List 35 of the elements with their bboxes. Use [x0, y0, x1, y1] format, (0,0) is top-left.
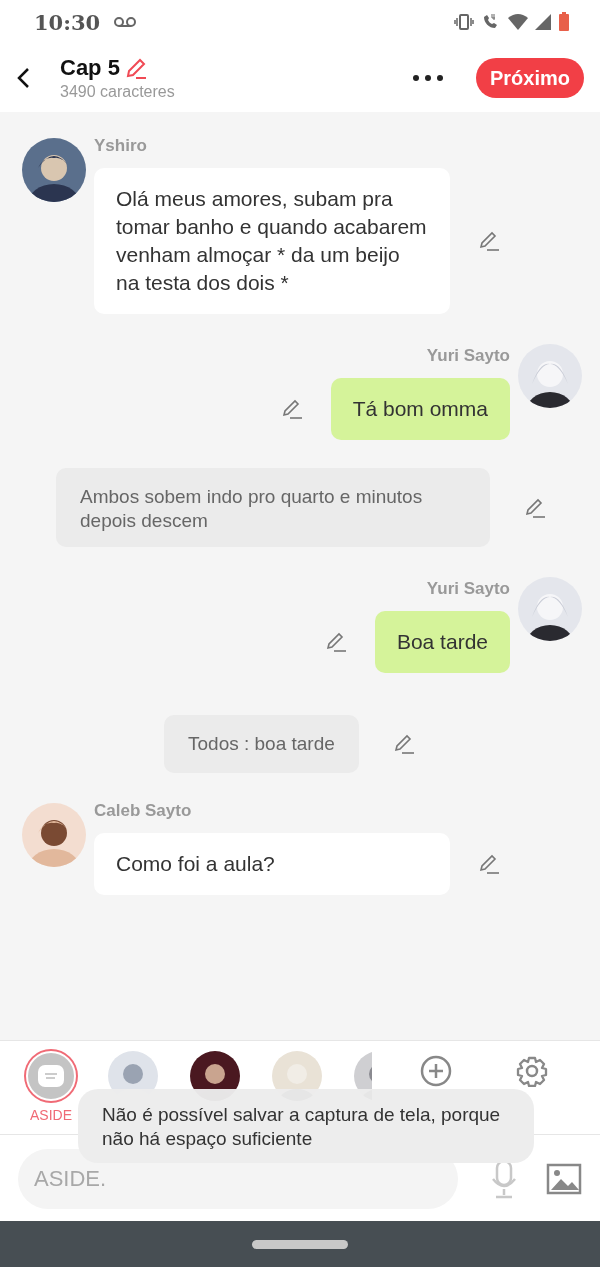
wifi-icon — [508, 14, 528, 30]
more-icon[interactable] — [411, 74, 444, 82]
next-button[interactable]: Próximo — [475, 58, 584, 98]
message-bubble[interactable]: Olá meus amores, subam pra tomar banho e quando acabarem venham almoçar * da um beijo na testa dos dois * — [94, 168, 450, 314]
character-name: Yuri Sayto — [426, 346, 510, 366]
character-count: 3490 caracteres — [60, 83, 175, 101]
vibrate-icon — [454, 14, 474, 30]
edit-icon[interactable] — [280, 398, 303, 420]
character-name: Yuri Sayto — [426, 579, 510, 599]
edit-icon[interactable] — [478, 853, 500, 875]
message-bubble[interactable]: Tá bom omma — [330, 378, 510, 440]
message-bubble[interactable]: Como foi a aula? — [94, 833, 450, 895]
edit-icon[interactable] — [478, 230, 500, 252]
clock: 10:30 — [34, 9, 101, 35]
voicemail-icon — [113, 16, 138, 28]
image-icon[interactable] — [546, 1163, 582, 1195]
narration-bubble[interactable]: Todos : boa tarde — [164, 715, 359, 773]
chapter-title: Cap 5 — [60, 55, 120, 81]
battery-icon — [558, 12, 570, 32]
aside-button[interactable] — [26, 1051, 76, 1101]
signal-icon — [535, 14, 551, 30]
narration-bubble[interactable]: Ambos sobem indo pro quarto e minutos depois descem — [56, 468, 490, 547]
chat-icon — [38, 1065, 64, 1087]
message-bubble[interactable]: Boa tarde — [374, 611, 510, 673]
aside-label: ASIDE — [30, 1107, 72, 1123]
toast: Não é possível salvar a captura de tela, porque não há espaço suficiente — [78, 1089, 534, 1163]
back-icon[interactable] — [16, 67, 30, 89]
edit-icon[interactable] — [392, 733, 415, 755]
add-icon[interactable] — [420, 1055, 452, 1087]
edit-icon[interactable] — [524, 496, 546, 519]
character-name: Caleb Sayto — [94, 801, 193, 821]
character-name: Yshiro — [94, 136, 148, 156]
edit-icon[interactable] — [324, 631, 347, 653]
home-handle[interactable] — [252, 1239, 348, 1249]
settings-icon[interactable] — [516, 1055, 548, 1087]
